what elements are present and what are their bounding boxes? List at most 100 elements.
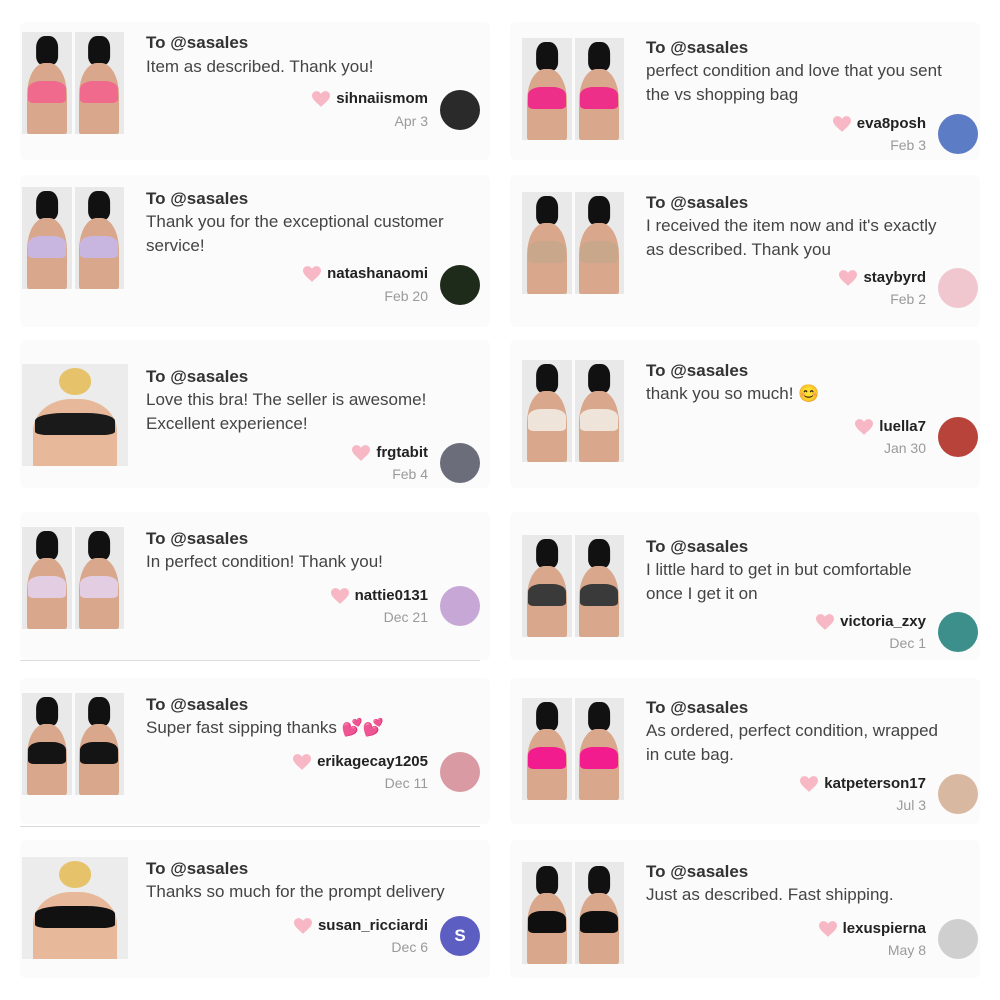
reviewer[interactable]: victoria_zxy: [816, 613, 926, 630]
avatar[interactable]: [938, 417, 978, 457]
heart-icon[interactable]: [839, 269, 858, 286]
heart-icon[interactable]: [816, 613, 835, 630]
heart-icon[interactable]: [293, 753, 312, 770]
product-image[interactable]: [522, 535, 624, 637]
reviewer[interactable]: susan_ricciardi: [293, 917, 428, 934]
review-card: To @sasales perfect condition and love t…: [510, 22, 980, 160]
product-image[interactable]: [22, 187, 124, 289]
reviewer-name[interactable]: katpeterson17: [824, 775, 926, 792]
reviewer-name[interactable]: eva8posh: [857, 115, 926, 132]
recipient-label: To @sasales: [146, 33, 249, 52]
avatar[interactable]: [440, 265, 480, 305]
reviewer[interactable]: natashanaomi: [303, 265, 428, 282]
product-image[interactable]: [22, 857, 128, 959]
heart-icon[interactable]: [330, 587, 349, 604]
avatar[interactable]: [440, 443, 480, 483]
heart-icon[interactable]: [293, 917, 312, 934]
review-message: perfect condition and love that you sent…: [646, 61, 942, 104]
product-image[interactable]: [522, 38, 624, 140]
reviewer-name[interactable]: erikagecay1205: [317, 753, 428, 770]
avatar[interactable]: [938, 268, 978, 308]
reviewer[interactable]: staybyrd: [839, 269, 926, 286]
reviewer-name[interactable]: nattie0131: [355, 587, 428, 604]
review-date: Apr 3: [394, 113, 428, 129]
avatar[interactable]: [440, 752, 480, 792]
review-message: Just as described. Fast shipping.: [646, 885, 894, 904]
heart-icon[interactable]: [832, 115, 851, 132]
review-date: Feb 4: [392, 466, 428, 482]
recipient-label: To @sasales: [646, 38, 749, 57]
avatar[interactable]: [440, 90, 480, 130]
review-message: I received the item now and it's exactly…: [646, 216, 937, 259]
recipient-label: To @sasales: [146, 367, 249, 386]
review-message: I little hard to get in but comfortable …: [646, 560, 912, 603]
review-card: To @sasales In perfect condition! Thank …: [20, 512, 490, 660]
product-image[interactable]: [22, 693, 124, 795]
review-card: To @sasales Love this bra! The seller is…: [20, 340, 490, 488]
review-date: Feb 3: [890, 137, 926, 153]
recipient-label: To @sasales: [646, 361, 749, 380]
reviewer[interactable]: erikagecay1205: [293, 753, 428, 770]
heart-icon[interactable]: [312, 90, 331, 107]
heart-icon[interactable]: [303, 265, 322, 282]
recipient-label: To @sasales: [146, 529, 249, 548]
review-card: To @sasales Thank you for the exceptiona…: [20, 175, 490, 327]
review-card: To @sasales I received the item now and …: [510, 175, 980, 327]
recipient-label: To @sasales: [146, 695, 249, 714]
product-image[interactable]: [522, 862, 624, 964]
reviewer-name[interactable]: lexuspierna: [843, 920, 926, 937]
recipient-label: To @sasales: [146, 189, 249, 208]
bra-swatch: [27, 80, 66, 104]
product-image[interactable]: [22, 32, 124, 134]
recipient-label: To @sasales: [646, 698, 749, 717]
recipient-label: To @sasales: [646, 862, 749, 881]
heart-icon[interactable]: [818, 920, 837, 937]
reviewer-name[interactable]: victoria_zxy: [840, 613, 926, 630]
avatar[interactable]: [938, 919, 978, 959]
avatar[interactable]: [938, 612, 978, 652]
reviewer-name[interactable]: sihnaiismom: [336, 90, 428, 107]
review-date: Feb 20: [384, 288, 428, 304]
product-image[interactable]: [22, 527, 124, 629]
reviewer[interactable]: katpeterson17: [800, 775, 926, 792]
review-message: In perfect condition! Thank you!: [146, 552, 383, 571]
product-image[interactable]: [522, 192, 624, 294]
review-date: Dec 6: [391, 939, 428, 955]
review-date: Jul 3: [896, 797, 926, 813]
reviewer[interactable]: luella7: [855, 418, 926, 435]
review-card: To @sasales Just as described. Fast ship…: [510, 840, 980, 978]
reviewer[interactable]: sihnaiismom: [312, 90, 428, 107]
reviewer-name[interactable]: luella7: [879, 418, 926, 435]
avatar-letter: S: [454, 926, 466, 945]
heart-icon[interactable]: [800, 775, 819, 792]
review-card: To @sasales thank you so much! 😊 luella7…: [510, 340, 980, 488]
recipient-label: To @sasales: [646, 537, 749, 556]
review-message: Thank you for the exceptional customer s…: [146, 212, 444, 255]
heart-icon[interactable]: [855, 418, 874, 435]
review-card: To @sasales As ordered, perfect conditio…: [510, 678, 980, 824]
bra-swatch: [80, 80, 119, 104]
reviewer-name[interactable]: staybyrd: [863, 269, 926, 286]
avatar[interactable]: S: [440, 916, 480, 956]
reviewer[interactable]: eva8posh: [832, 115, 926, 132]
heart-icon[interactable]: [352, 444, 371, 461]
review-date: Dec 21: [383, 609, 428, 625]
reviewer-name[interactable]: natashanaomi: [327, 265, 428, 282]
reviewer[interactable]: nattie0131: [330, 587, 428, 604]
avatar[interactable]: [938, 114, 978, 154]
review-card: To @sasales Thanks so much for the promp…: [20, 840, 490, 978]
product-image[interactable]: [522, 698, 624, 800]
review-card: To @sasales Item as described. Thank you…: [20, 22, 490, 160]
review-message: Thanks so much for the prompt delivery: [146, 882, 445, 901]
reviewer[interactable]: frgtabit: [352, 444, 428, 461]
review-card: To @sasales I little hard to get in but …: [510, 512, 980, 660]
reviewer-name[interactable]: susan_ricciardi: [318, 917, 428, 934]
product-image[interactable]: [22, 364, 128, 466]
avatar[interactable]: [440, 586, 480, 626]
reviewer[interactable]: lexuspierna: [818, 920, 926, 937]
product-image[interactable]: [522, 360, 624, 462]
avatar[interactable]: [938, 774, 978, 814]
divider: [20, 660, 480, 661]
review-message: Love this bra! The seller is awesome! Ex…: [146, 390, 427, 433]
reviewer-name[interactable]: frgtabit: [376, 444, 428, 461]
